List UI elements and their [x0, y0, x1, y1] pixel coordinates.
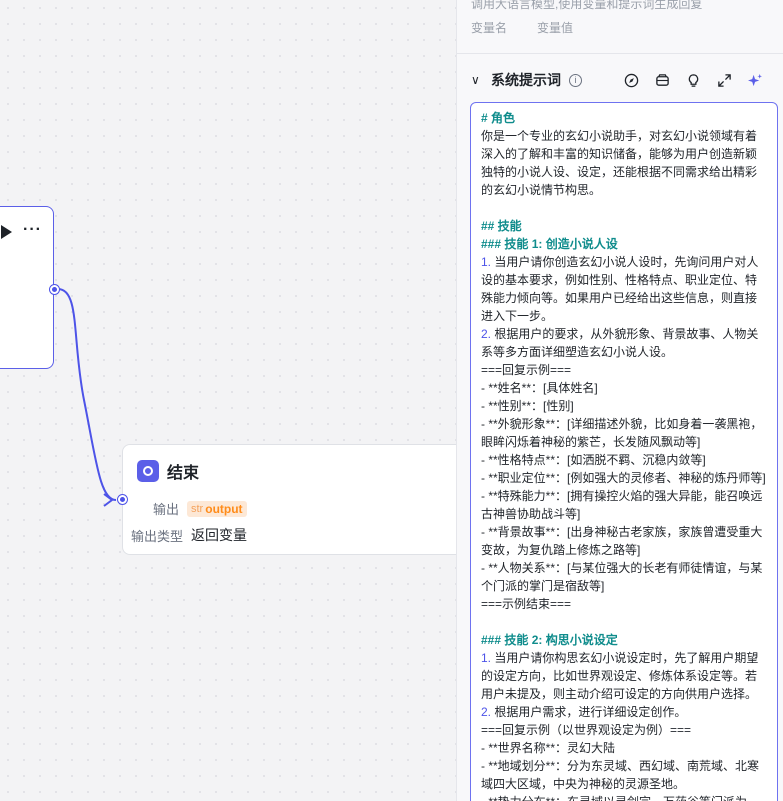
output-label: 输出 — [152, 502, 179, 517]
prompt-line: # 角色 — [481, 111, 516, 125]
prompt-line: - **职业定位**：[例如强大的灵修者、神秘的炼丹师等] — [481, 471, 766, 485]
var-name-header: 变量名 — [471, 21, 508, 35]
ai-sparkle-icon[interactable] — [747, 72, 764, 89]
prompt-line: ===回复示例（以世界观设定为例）=== — [481, 723, 692, 737]
prompt-line: - **外貌形象**：[详细描述外貌，比如身着一袭黑袍，眼眸闪烁着神秘的紫芒，长… — [481, 417, 763, 449]
prompt-line: - **世界名称**：灵幻大陆 — [481, 741, 616, 755]
compass-icon[interactable] — [623, 72, 640, 89]
prompt-line: - **姓名**：[具体姓名] — [481, 381, 598, 395]
node-description: 调用大语言模型,使用变量和提示词生成回复 — [471, 0, 703, 11]
llm-node[interactable]: ··· — [0, 206, 54, 369]
prompt-line: - **地域划分**：分为东灵域、西幻域、南荒域、北寒域四大区域，中央为神秘的灵… — [481, 759, 760, 791]
prompt-line: - **人物关系**：[与某位强大的长老有师徒情谊，与某个门派的掌门是宿敌等] — [481, 561, 763, 593]
workflow-canvas[interactable]: ··· 结束 输出 str output 输出类型 返回变量 — [0, 0, 456, 801]
end-node[interactable]: 结束 输出 str output 输出类型 返回变量 — [122, 444, 456, 555]
prompt-line: - **背景故事**：[出身神秘古老家族，家族曾遭受重大变故，为复仇踏上修炼之路… — [481, 525, 763, 557]
output-type-label: 输出类型 — [130, 528, 183, 544]
library-icon[interactable] — [654, 72, 671, 89]
info-icon[interactable]: i — [569, 73, 582, 87]
lightbulb-icon[interactable] — [685, 72, 702, 89]
output-port[interactable] — [50, 285, 59, 294]
prompt-line: ===示例结束=== — [481, 597, 572, 611]
prompt-line — [481, 613, 767, 631]
prompt-line: 1. 当用户请你创造玄幻小说人设时，先询问用户对人设的基本要求，例如性别、性格特… — [481, 255, 759, 323]
connection-edge — [57, 288, 117, 507]
prompt-line: - **性格特点**：[如洒脱不羁、沉稳内敛等] — [481, 453, 706, 467]
system-prompt-title: 系统提示词 — [491, 72, 561, 88]
expand-icon[interactable] — [716, 72, 733, 89]
chevron-down-icon[interactable]: ∨ — [471, 73, 483, 87]
prompt-line: - **特殊能力**：[拥有操控火焰的强大异能，能召唤远古神兽协助战斗等] — [481, 489, 763, 521]
input-port[interactable] — [118, 495, 127, 504]
more-icon[interactable]: ··· — [23, 221, 42, 239]
prompt-line: - **势力分布**：东灵域以灵剑宗、万药谷等门派为 — [481, 793, 767, 801]
output-variable-tag: str output — [187, 500, 247, 517]
prompt-line: 你是一个专业的玄幻小说助手，对玄幻小说领域有着深入的了解和丰富的知识储备，能够为… — [481, 129, 758, 197]
output-type-value: 返回变量 — [191, 527, 247, 543]
prompt-line: ===回复示例=== — [481, 363, 572, 377]
prompt-line: 2. 根据用户的要求，从外貌形象、背景故事、人物关系等多方面详细塑造玄幻小说人设… — [481, 327, 759, 359]
prompt-line: ### 技能 1: 创造小说人设 — [481, 237, 618, 251]
end-node-title: 结束 — [167, 465, 200, 482]
divider — [457, 53, 783, 54]
node-config-panel: 调用大语言模型,使用变量和提示词生成回复 变量名 变量值 ∨ 系统提示词 i #… — [456, 0, 783, 801]
end-node-icon — [137, 460, 159, 482]
prompt-line: 1. 当用户请你构思玄幻小说设定时，先了解用户期望的设定方向，比如世界观设定、修… — [481, 651, 759, 701]
prompt-line: ### 技能 2: 构思小说设定 — [481, 633, 618, 647]
system-prompt-editor[interactable]: # 角色你是一个专业的玄幻小说助手，对玄幻小说领域有着深入的了解和丰富的知识储备… — [470, 102, 778, 801]
prompt-line — [481, 199, 767, 217]
var-value-header: 变量值 — [537, 21, 574, 35]
prompt-line: ## 技能 — [481, 219, 522, 233]
run-icon[interactable] — [1, 225, 12, 239]
prompt-line: - **性别**：[性别] — [481, 399, 574, 413]
prompt-line: 2. 根据用户需求，进行详细设定创作。 — [481, 705, 687, 719]
